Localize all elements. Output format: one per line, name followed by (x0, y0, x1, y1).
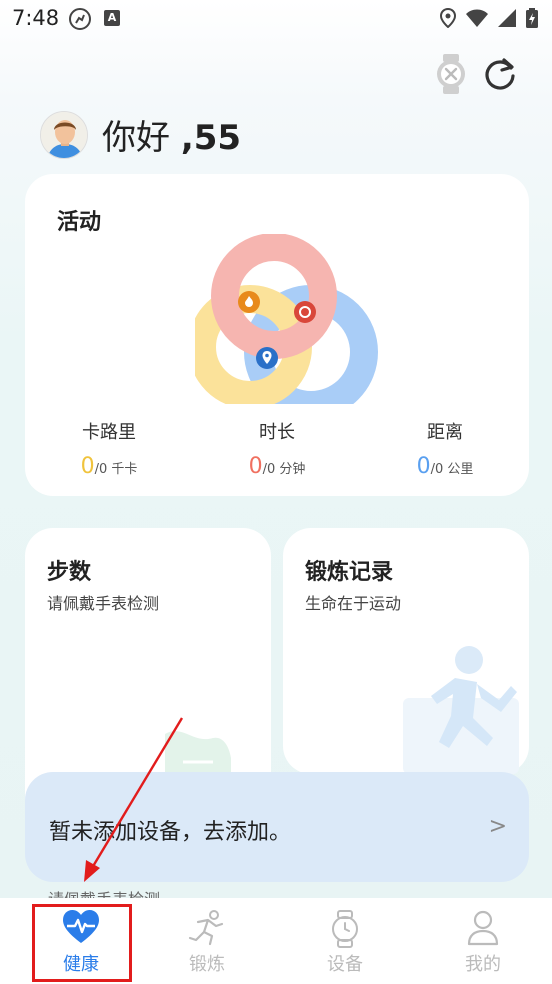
wifi-icon (466, 9, 488, 27)
location-icon (440, 8, 456, 28)
watch-icon (332, 910, 358, 948)
stat-unit: /0 千卡 (94, 462, 138, 477)
greeting-word: 你好 (102, 118, 170, 158)
running-status-icon (68, 7, 92, 35)
stat-value-line: 0/0 分钟 (207, 454, 347, 479)
stat-unit: /0 公里 (430, 462, 474, 477)
add-device-text: 暂未添加设备，去添加。 (49, 820, 292, 845)
a-icon: A (104, 10, 120, 26)
steps-title: 步数 (47, 560, 92, 585)
nav-label: 我的 (465, 954, 501, 975)
exercise-subtitle: 生命在于运动 (305, 594, 402, 613)
clock-icon (294, 301, 316, 323)
shoe-illustration (165, 731, 231, 774)
stat-value-line: 0/0 千卡 (39, 454, 179, 479)
running-icon (188, 910, 224, 946)
stat-label: 距离 (427, 422, 463, 443)
signal-icon (498, 9, 516, 27)
person-icon (467, 910, 499, 946)
greeting-row: 你好 ,55 (40, 110, 241, 159)
status-right-icons (440, 8, 538, 28)
greeting-text: 你好 ,55 (102, 110, 241, 159)
activity-card[interactable]: 活动 卡路里 0/0 千卡 时长 0/0 分钟 距离 0/0 公里 (25, 174, 529, 496)
refresh-icon[interactable] (482, 56, 518, 96)
annotation-highlight-box (32, 904, 132, 982)
status-time: 7:48 (12, 6, 60, 30)
stat-calories: 卡路里 0/0 千卡 (39, 418, 179, 479)
runner-illustration (403, 646, 519, 774)
stat-label: 时长 (259, 422, 295, 443)
location-pin-icon (256, 347, 278, 369)
activity-title: 活动 (57, 210, 102, 235)
user-name: ,55 (180, 118, 242, 158)
activity-rings-chart (195, 234, 378, 404)
nav-item-device[interactable]: 设备 (276, 898, 414, 984)
nav-item-exercise[interactable]: 锻炼 (138, 898, 276, 984)
fire-icon (238, 291, 260, 313)
chevron-right-icon: > (488, 814, 507, 839)
watch-disconnected-icon[interactable] (434, 54, 468, 98)
steps-subtitle: 请佩戴手表检测 (47, 594, 160, 613)
stat-value: 0 (416, 454, 431, 479)
stat-duration: 时长 0/0 分钟 (207, 418, 347, 479)
nav-item-profile[interactable]: 我的 (414, 898, 552, 984)
battery-icon (526, 8, 538, 28)
nav-label: 设备 (327, 954, 363, 975)
avatar[interactable] (40, 110, 88, 159)
status-bar: 7:48 A (0, 0, 552, 38)
stat-value: 0 (80, 454, 95, 479)
add-device-banner[interactable]: 暂未添加设备，去添加。 > (25, 772, 529, 882)
exercise-record-card[interactable]: 锻炼记录 生命在于运动 (283, 528, 529, 774)
nav-label: 锻炼 (189, 954, 225, 975)
stat-distance: 距离 0/0 公里 (375, 418, 515, 479)
stat-label: 卡路里 (82, 422, 136, 443)
stat-value: 0 (248, 454, 263, 479)
exercise-title: 锻炼记录 (305, 560, 394, 585)
stat-unit: /0 分钟 (262, 462, 306, 477)
stat-value-line: 0/0 公里 (375, 454, 515, 479)
